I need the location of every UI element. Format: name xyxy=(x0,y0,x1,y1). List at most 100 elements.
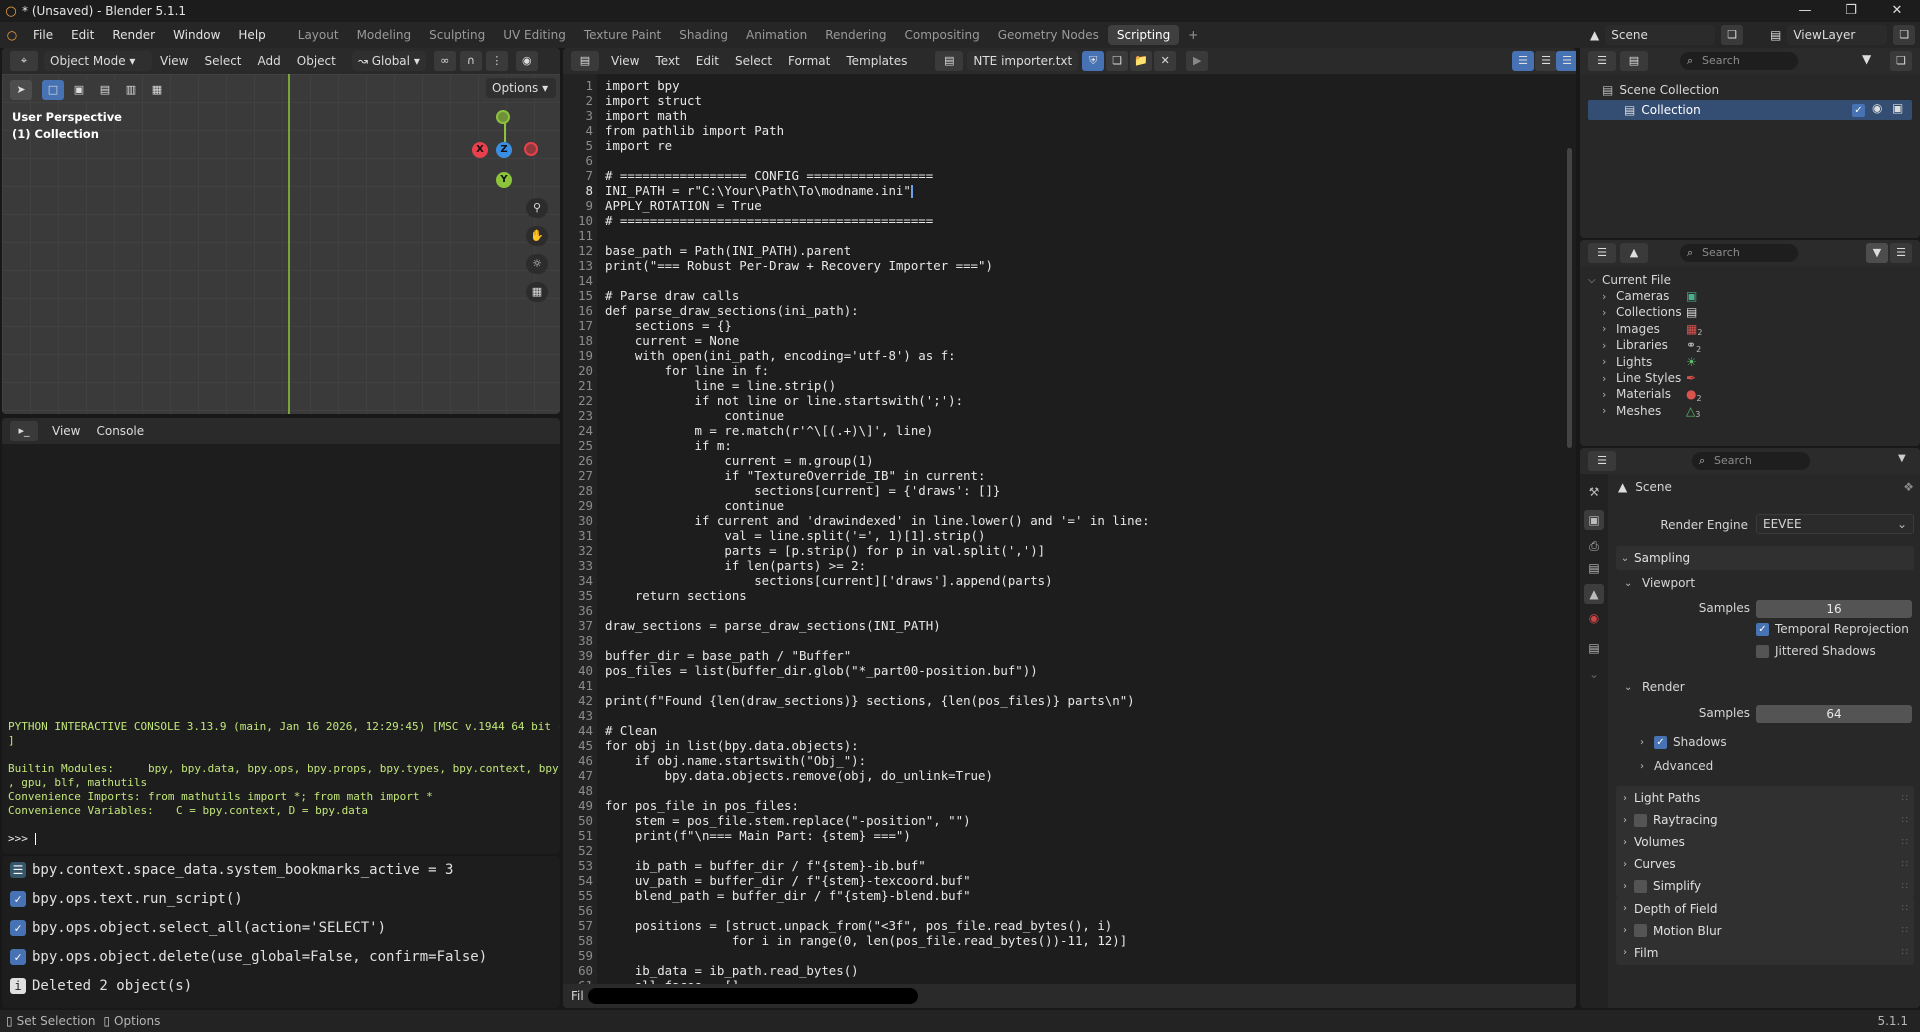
drag-handle-icon[interactable]: ∷ xyxy=(1902,947,1908,958)
panel-raytracing[interactable]: › Raytracing ∷ xyxy=(1616,808,1914,833)
text-menu-templates[interactable]: Templates xyxy=(838,54,915,68)
jittered-shadows-checkbox[interactable]: Jittered Shadows xyxy=(1756,644,1876,658)
properties-search-input[interactable]: Search xyxy=(1692,452,1810,470)
workspace-tab-compositing[interactable]: Compositing xyxy=(895,25,988,45)
workspace-tab-rendering[interactable]: Rendering xyxy=(816,25,895,45)
blend-display-mode-icon[interactable]: ▲ xyxy=(1620,243,1648,263)
outliner[interactable]: ☰ ▤ Search ▼ ❏ ▤ Scene Collection ▤ Collec… xyxy=(1580,48,1920,238)
code-area[interactable]: import bpy import struct import math from p… xyxy=(563,74,1563,984)
select-invert-icon[interactable]: ▥ xyxy=(120,80,142,100)
code-line[interactable]: for pos_file in pos_files: xyxy=(605,798,799,813)
drag-handle-icon[interactable]: ∷ xyxy=(1902,903,1908,914)
menu-help[interactable]: Help xyxy=(229,22,274,48)
outliner-search-input[interactable]: Search xyxy=(1680,52,1798,70)
gizmo-x-axis[interactable]: X xyxy=(472,142,488,158)
select-subtract-icon[interactable]: ▤ xyxy=(94,80,116,100)
menu-edit[interactable]: Edit xyxy=(62,22,103,48)
text-editor[interactable]: ▤ View Text Edit Select Format Templates… xyxy=(563,48,1576,1008)
gizmo-neg-x[interactable] xyxy=(524,142,538,156)
maximize-button[interactable]: ❐ xyxy=(1828,0,1874,22)
output-tab-icon[interactable]: ⎙ xyxy=(1584,536,1604,556)
subpanel-render[interactable]: ⌄ Render xyxy=(1624,676,1685,698)
subpanel-advanced[interactable]: › Advanced xyxy=(1640,756,1713,776)
code-line[interactable]: sections = {} xyxy=(605,318,732,333)
code-line[interactable]: if len(parts) >= 2: xyxy=(605,558,866,573)
select-intersect-icon[interactable]: ▦ xyxy=(146,80,168,100)
code-line[interactable]: return sections xyxy=(605,588,747,603)
text-menu-text[interactable]: Text xyxy=(647,54,687,68)
menu-render[interactable]: Render xyxy=(103,22,164,48)
run-script-icon[interactable]: ▶ xyxy=(1186,51,1209,71)
drag-handle-icon[interactable]: ∷ xyxy=(1902,815,1908,826)
pin-icon[interactable]: ❖ xyxy=(1903,480,1914,494)
code-line[interactable]: for line in f: xyxy=(605,363,769,378)
pan-hand-icon[interactable]: ✋ xyxy=(526,226,548,246)
workspace-tab-layout[interactable]: Layout xyxy=(289,25,348,45)
new-viewlayer-icon[interactable]: ❏ xyxy=(1893,25,1916,45)
panel-motion-blur[interactable]: › Motion Blur ∷ xyxy=(1616,918,1914,943)
code-line[interactable]: print(f"\n=== Main Part: {stem} ===") xyxy=(605,828,911,843)
code-line[interactable]: import re xyxy=(605,138,672,153)
code-line[interactable]: APPLY_ROTATION = True xyxy=(605,198,762,213)
code-line[interactable]: positions = [struct.unpack_from("<3f", p… xyxy=(605,918,1112,933)
code-line[interactable]: blend_path = buffer_dir / f"{stem}-blend… xyxy=(605,888,971,903)
properties-type-icon[interactable]: ☰ xyxy=(1588,451,1616,471)
unchecked-box-icon[interactable] xyxy=(1634,924,1647,938)
render-camera-icon[interactable]: ▣ xyxy=(1892,101,1903,115)
word-wrap-toggle-icon[interactable]: ☰ xyxy=(1535,51,1557,71)
log-entry[interactable]: ☰ bpy.context.space_data.system_bookmarks… xyxy=(10,856,453,884)
code-line[interactable]: if "TextureOverride_IB" in current: xyxy=(605,468,985,483)
select-tool-icon[interactable]: ➤ xyxy=(10,80,32,100)
log-entry[interactable]: i Deleted 2 object(s) xyxy=(10,972,192,1000)
drag-handle-icon[interactable]: ∷ xyxy=(1902,793,1908,804)
filter-icon[interactable]: ▼ xyxy=(1862,52,1871,66)
gizmo-y-axis[interactable]: Y xyxy=(496,172,512,188)
unchecked-box-icon[interactable] xyxy=(1634,879,1647,893)
blend-search-input[interactable]: Search xyxy=(1680,244,1798,262)
menu-window[interactable]: Window xyxy=(164,22,229,48)
code-line[interactable]: current = None xyxy=(605,333,739,348)
outliner-type-icon[interactable]: ☰ xyxy=(1588,51,1616,71)
blend-options-icon[interactable]: ☰ xyxy=(1890,243,1912,263)
temporal-reprojection-checkbox[interactable]: ✓ Temporal Reprojection xyxy=(1756,622,1909,636)
code-line[interactable]: pos_files = list(buffer_dir.glob("*_part… xyxy=(605,663,1038,678)
close-window-button[interactable]: ✕ xyxy=(1874,0,1920,22)
render-tab-icon[interactable]: ▣ xyxy=(1584,510,1604,530)
text-menu-select[interactable]: Select xyxy=(727,54,780,68)
workspace-tab-sculpting[interactable]: Sculpting xyxy=(420,25,494,45)
workspace-tab-scripting[interactable]: Scripting xyxy=(1107,25,1180,45)
code-line[interactable]: import math xyxy=(605,108,687,123)
code-line[interactable]: for obj in list(bpy.data.objects): xyxy=(605,738,859,753)
gizmo-neg-y[interactable] xyxy=(496,110,510,124)
panel-sampling[interactable]: ⌄ Sampling xyxy=(1616,546,1914,570)
code-line[interactable]: # Parse draw calls xyxy=(605,288,739,303)
scene-selector[interactable]: Scene xyxy=(1605,25,1716,45)
outliner-collection-row[interactable]: ▤ Collection ✓ ◉ ▣ xyxy=(1588,100,1912,120)
info-log[interactable]: ☰ bpy.context.space_data.system_bookmarks… xyxy=(2,856,560,1008)
open-text-icon[interactable]: 📁 xyxy=(1130,51,1153,71)
subpanel-shadows[interactable]: › ✓ Shadows xyxy=(1640,732,1727,752)
code-line[interactable]: if obj.name.startswith("Obj_"): xyxy=(605,753,866,768)
scene-tab-icon[interactable]: ▲ xyxy=(1584,584,1604,604)
code-line[interactable]: parts = [p.strip() for p in val.split(',… xyxy=(605,543,1045,558)
workspace-tab-uv-editing[interactable]: UV Editing xyxy=(494,25,575,45)
python-console[interactable]: ▸_ View Console PYTHON INTERACTIVE CONSO… xyxy=(2,418,560,854)
console-menu-console[interactable]: Console xyxy=(88,424,152,438)
code-line[interactable]: from pathlib import Path xyxy=(605,123,784,138)
panel-depth-of-field[interactable]: › Depth of Field ∷ xyxy=(1616,896,1914,921)
snap-icon[interactable]: ∩ xyxy=(459,51,482,71)
code-line[interactable]: for i in range(0, len(pos_file.read_byte… xyxy=(605,933,1127,948)
code-line[interactable]: sections[current] = {'draws': []} xyxy=(605,483,1000,498)
blend-outliner-type-icon[interactable]: ☰ xyxy=(1588,243,1616,263)
duplicate-text-icon[interactable]: ❏ xyxy=(1106,51,1129,71)
proportional-edit-icon[interactable]: ◉ xyxy=(515,51,538,71)
text-menu-edit[interactable]: Edit xyxy=(688,54,727,68)
code-line[interactable]: continue xyxy=(605,408,784,423)
viewport-samples-field[interactable]: 16 xyxy=(1756,600,1912,618)
code-line[interactable]: m = re.match(r'^\[(.+)\]', line) xyxy=(605,423,934,438)
select-new-icon[interactable]: □ xyxy=(42,80,64,100)
viewport-menu-view[interactable]: View xyxy=(152,54,196,68)
text-menu-format[interactable]: Format xyxy=(780,54,838,68)
code-line[interactable]: val = line.split('=', 1)[1].strip() xyxy=(605,528,985,543)
workspace-tab-texture-paint[interactable]: Texture Paint xyxy=(575,25,670,45)
